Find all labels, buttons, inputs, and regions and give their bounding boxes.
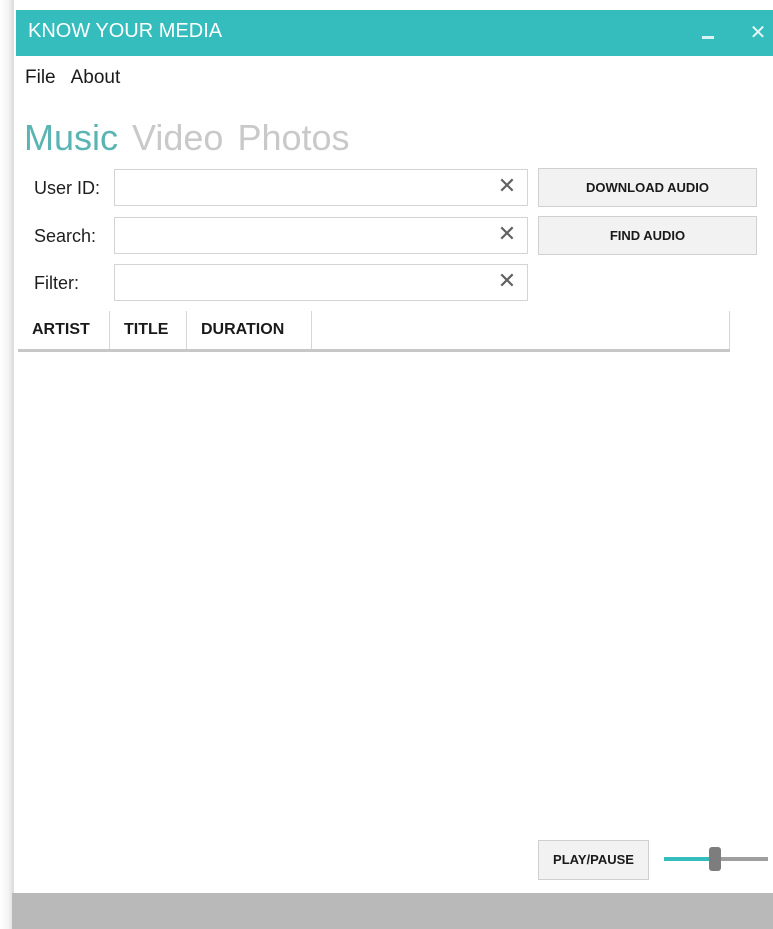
window-title: KNOW YOUR MEDIA (28, 20, 223, 42)
filter-field-box: ✕ (114, 264, 528, 301)
column-header-artist[interactable]: ARTIST (18, 311, 110, 349)
volume-slider-track (720, 857, 768, 861)
media-tabs: Music Video Photos (24, 110, 364, 166)
clear-user-id-icon[interactable]: ✕ (495, 175, 519, 199)
column-header-duration[interactable]: DURATION (187, 311, 312, 349)
table-right-border (729, 311, 730, 349)
title-bar[interactable]: KNOW YOUR MEDIA ✕ (16, 10, 773, 56)
menu-item-about[interactable]: About (71, 60, 121, 96)
user-id-input[interactable] (121, 170, 495, 205)
tab-music[interactable]: Music (24, 110, 118, 166)
search-label: Search: (34, 226, 97, 246)
results-table-header: ARTIST TITLE DURATION (18, 311, 730, 352)
filter-input[interactable] (121, 265, 495, 300)
download-audio-button[interactable]: DOWNLOAD AUDIO (538, 168, 757, 207)
tab-photos[interactable]: Photos (237, 110, 349, 166)
window-edge-shadow (0, 0, 14, 929)
search-row: Search: ✕ FIND AUDIO (16, 216, 773, 256)
tab-video[interactable]: Video (132, 110, 223, 166)
close-icon: ✕ (749, 20, 767, 44)
volume-slider-thumb[interactable] (709, 847, 721, 871)
results-table-body[interactable] (18, 352, 730, 832)
find-audio-button[interactable]: FIND AUDIO (538, 216, 757, 255)
clear-search-icon[interactable]: ✕ (495, 223, 519, 247)
filter-label: Filter: (34, 273, 79, 293)
column-header-title[interactable]: TITLE (110, 311, 187, 349)
minimize-button[interactable] (696, 18, 720, 46)
search-input[interactable] (121, 218, 495, 253)
search-field-box: ✕ (114, 217, 528, 254)
close-button[interactable]: ✕ (746, 18, 770, 46)
user-id-row: User ID: ✕ DOWNLOAD AUDIO (16, 168, 773, 208)
volume-slider-fill (664, 857, 712, 861)
minimize-icon (702, 36, 714, 39)
clear-filter-icon[interactable]: ✕ (495, 270, 519, 294)
volume-slider[interactable] (664, 845, 769, 873)
menu-item-file[interactable]: File (25, 60, 56, 96)
user-id-label: User ID: (34, 178, 101, 198)
user-id-field-box: ✕ (114, 169, 528, 206)
filter-row: Filter: ✕ (16, 263, 773, 303)
status-bar (12, 893, 773, 929)
app-window: KNOW YOUR MEDIA ✕ File About Music Video Ph… (0, 0, 773, 929)
play-pause-button[interactable]: PLAY/PAUSE (538, 840, 649, 880)
menu-bar: File About (16, 60, 126, 96)
